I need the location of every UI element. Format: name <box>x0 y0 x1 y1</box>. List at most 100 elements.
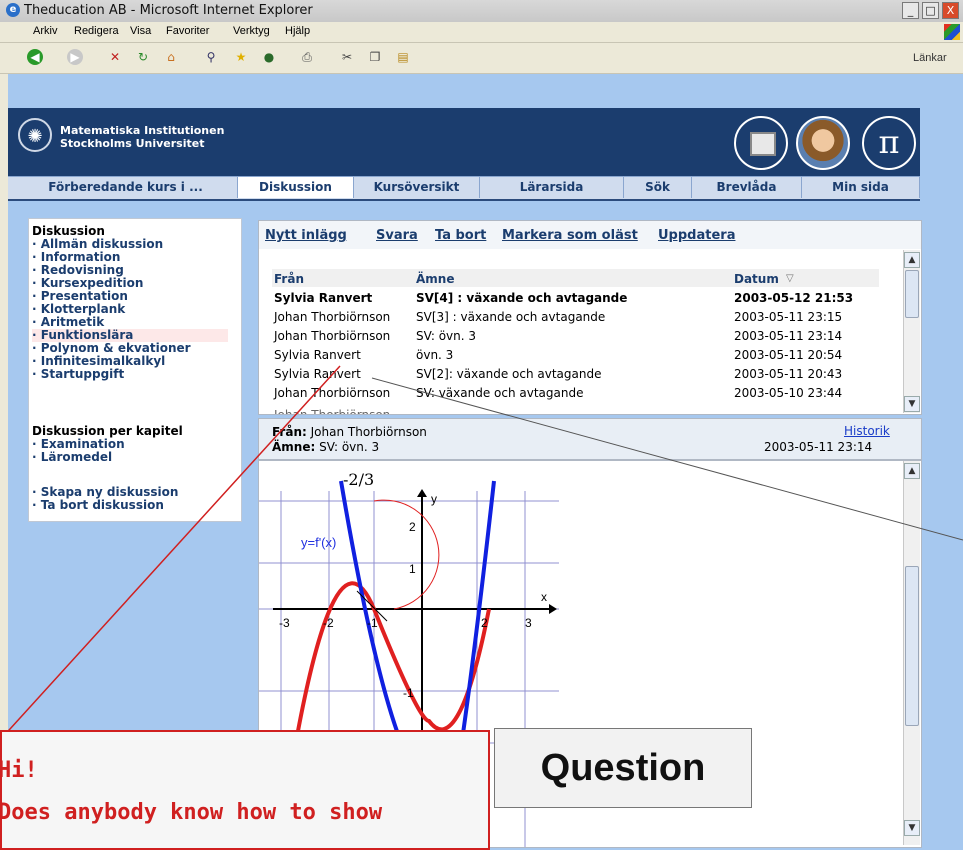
menu-favoriter[interactable]: Favoriter <box>166 25 209 37</box>
message-date: 2003-05-11 23:14 <box>764 440 873 454</box>
paste-icon[interactable]: ▤ <box>395 49 411 65</box>
row-subject: SV[2]: växande och avtagande <box>416 367 602 381</box>
back-icon[interactable]: ◀ <box>27 49 43 65</box>
scroll-down-icon[interactable]: ▼ <box>904 396 920 412</box>
pi-icon[interactable]: π <box>862 116 916 170</box>
sidebar-list: · Allmän diskussion · Information · Redovi… <box>32 238 228 381</box>
mark-unread-link[interactable]: Markera som oläst <box>502 228 638 243</box>
scroll-down-icon[interactable]: ▼ <box>904 820 920 836</box>
minimize-button[interactable]: _ <box>902 2 919 19</box>
row-from: Sylvia Ranvert <box>274 367 361 381</box>
question-callout <box>0 730 490 850</box>
from-value: Johan Thorbiörnson <box>310 425 427 439</box>
x-tick: -3 <box>279 616 290 630</box>
scroll-thumb[interactable] <box>905 566 919 726</box>
ie-icon: e <box>6 3 20 17</box>
close-button[interactable]: X <box>942 2 959 19</box>
row-subject: SV[3] : växande och avtagande <box>416 310 606 324</box>
y-axis-label: y <box>431 492 437 506</box>
menu-arkiv[interactable]: Arkiv <box>33 25 57 37</box>
x-tick: -2 <box>323 616 334 630</box>
row-subject: SV: växande och avtagande <box>416 386 584 400</box>
tab-diskussion[interactable]: Diskussion <box>238 177 354 198</box>
row-date: 2003-05-11 20:43 <box>734 367 843 381</box>
forward-icon[interactable]: ▶ <box>67 49 83 65</box>
delete-link[interactable]: Ta bort <box>435 228 486 243</box>
windows-logo-icon <box>944 24 960 40</box>
sidebar-heading-chapters: Diskussion per kapitel <box>32 424 183 438</box>
sidebar-item-laromedel[interactable]: · Läromedel <box>32 451 112 464</box>
new-post-link[interactable]: Nytt inlägg <box>265 228 347 243</box>
x-axis-label: x <box>541 590 547 604</box>
scroll-up-icon[interactable]: ▲ <box>904 252 920 268</box>
update-link[interactable]: Uppdatera <box>658 228 735 243</box>
scroll-up-icon[interactable]: ▲ <box>904 463 920 479</box>
site-name: Matematiska Institutionen <box>60 124 225 137</box>
question-label: Question <box>494 728 752 808</box>
refresh-icon[interactable]: ↻ <box>135 49 151 65</box>
reply-link[interactable]: Svara <box>376 228 418 243</box>
home-icon[interactable]: ⌂ <box>163 49 179 65</box>
subject-label: Ämne: <box>272 440 316 454</box>
favorites-icon[interactable]: ★ <box>233 49 249 65</box>
menu-visa[interactable]: Visa <box>130 25 151 37</box>
row-from: Johan Thorbiörnson <box>274 329 391 343</box>
sidebar-heading: Diskussion <box>32 224 105 238</box>
menu-redigera[interactable]: Redigera <box>74 25 119 37</box>
row-date: 2003-05-12 21:53 <box>734 291 854 305</box>
tab-sok[interactable]: Sök <box>624 177 692 198</box>
row-date: 2003-05-11 23:14 <box>734 329 843 343</box>
university-seal-icon[interactable]: ✺ <box>18 118 52 152</box>
links-label[interactable]: Länkar <box>913 52 947 64</box>
scroll-thumb[interactable] <box>905 270 919 318</box>
from-label: Från: <box>272 425 307 439</box>
x-tick: 3 <box>525 616 532 630</box>
cut-icon[interactable]: ✂ <box>339 49 355 65</box>
sidebar-item[interactable]: · Startuppgift <box>32 368 228 381</box>
col-subject[interactable]: Ämne <box>416 272 454 286</box>
copy-icon[interactable]: ❐ <box>367 49 383 65</box>
history-link[interactable]: Historik <box>844 424 890 438</box>
callout-greeting: Hi! <box>0 758 38 783</box>
y-tick: -1 <box>403 686 414 700</box>
y-tick: 1 <box>409 562 416 576</box>
document-icon[interactable] <box>734 116 788 170</box>
row-from: Sylvia Ranvert <box>274 291 373 305</box>
col-from[interactable]: Från <box>274 272 304 286</box>
row-date: 2003-05-11 20:54 <box>734 348 843 362</box>
row-date: 2003-05-10 23:44 <box>734 386 843 400</box>
graph-annotation: -2/3 <box>343 470 374 489</box>
tab-lararsida[interactable]: Lärarsida <box>480 177 624 198</box>
col-date[interactable]: Datum <box>734 272 779 286</box>
row-date: 2003-05-11 23:15 <box>734 310 843 324</box>
menu-verktyg[interactable]: Verktyg <box>233 25 270 37</box>
partial-row: Johan Thorbiörnson <box>274 408 390 414</box>
x-tick: 2 <box>481 616 488 630</box>
delete-discussion-link[interactable]: · Ta bort diskussion <box>32 499 164 512</box>
curve-label: y=f'(x) <box>301 535 336 550</box>
media-icon[interactable]: ● <box>261 49 277 65</box>
menu-hjalp[interactable]: Hjälp <box>285 25 310 37</box>
callout-question: Does anybody know how to show <box>0 800 383 825</box>
maximize-button[interactable]: □ <box>922 2 939 19</box>
y-tick: 2 <box>409 520 416 534</box>
tab-forberedande[interactable]: Förberedande kurs i ... <box>14 177 238 198</box>
subject-value: SV: övn. 3 <box>319 440 380 454</box>
print-icon[interactable]: ⎙ <box>299 49 315 65</box>
row-from: Johan Thorbiörnson <box>274 386 391 400</box>
search-icon[interactable]: ⚲ <box>203 49 219 65</box>
x-tick: -1 <box>367 616 378 630</box>
sort-icon[interactable]: ▽ <box>786 273 794 284</box>
stop-icon[interactable]: ✕ <box>107 49 123 65</box>
window-title: Theducation AB - Microsoft Internet Expl… <box>24 3 313 18</box>
tab-brevlada[interactable]: Brevlåda <box>692 177 802 198</box>
site-subname: Stockholms Universitet <box>60 137 205 150</box>
row-subject: SV[4] : växande och avtagande <box>416 291 628 305</box>
row-subject: SV: övn. 3 <box>416 329 477 343</box>
tutor-avatar[interactable] <box>796 116 850 170</box>
row-subject: övn. 3 <box>416 348 454 362</box>
row-from: Johan Thorbiörnson <box>274 310 391 324</box>
tab-kursoversikt[interactable]: Kursöversikt <box>354 177 480 198</box>
tab-min-sida[interactable]: Min sida <box>802 177 920 198</box>
row-from: Sylvia Ranvert <box>274 348 361 362</box>
